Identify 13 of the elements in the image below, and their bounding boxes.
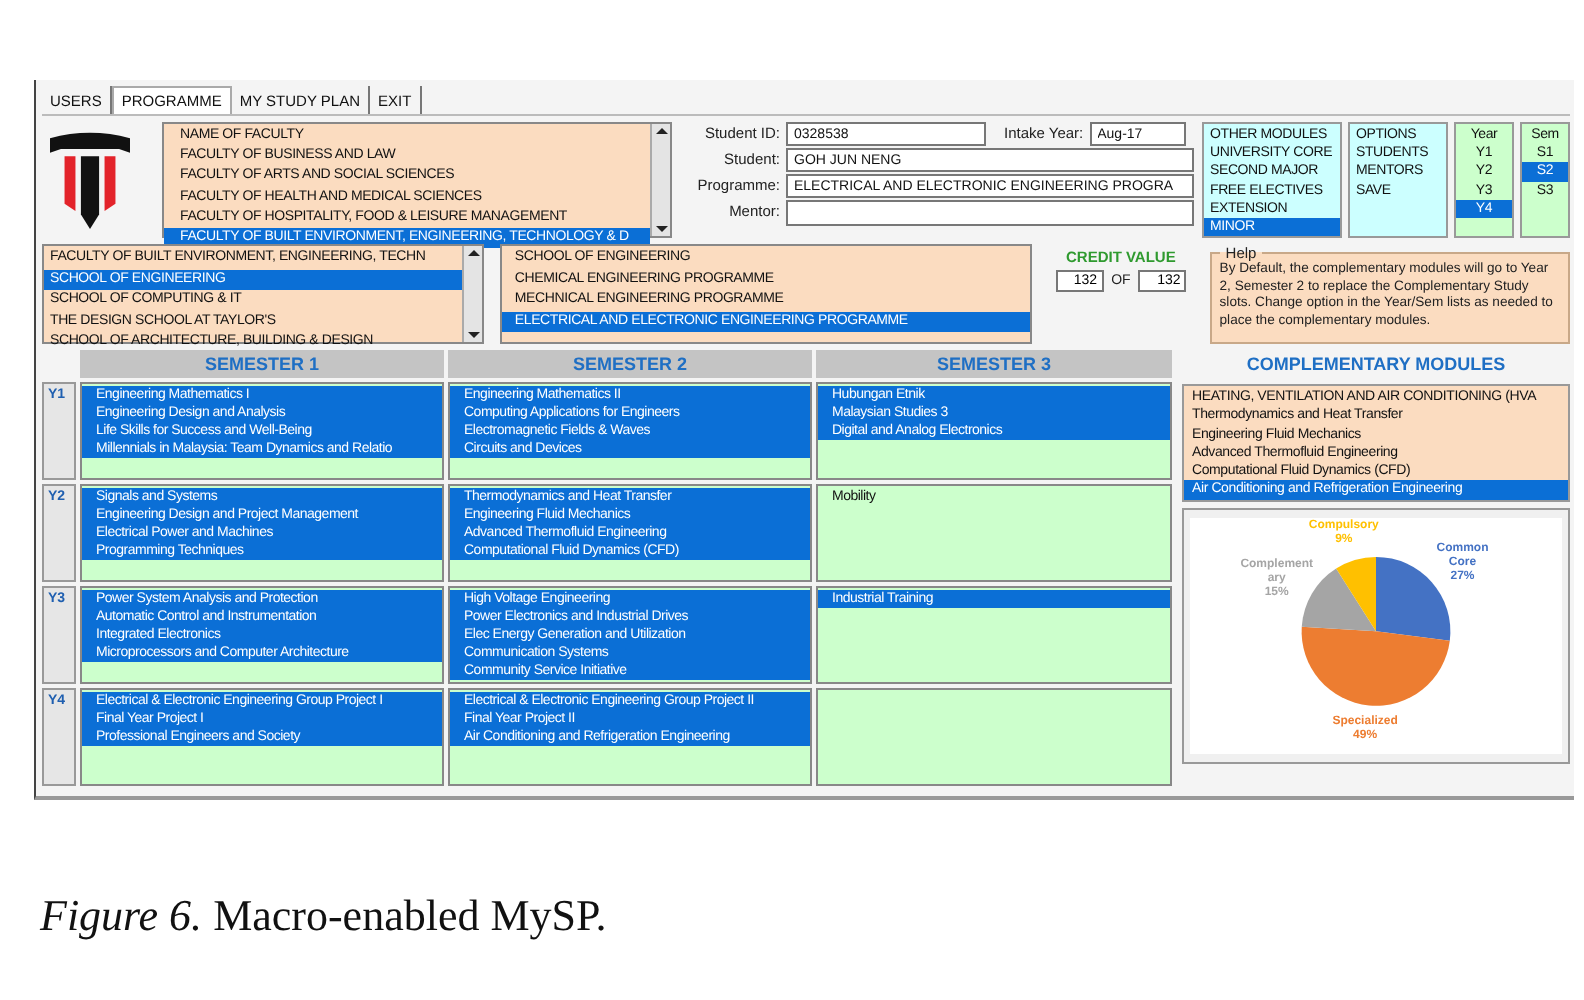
down-arrow-icon[interactable]: [655, 226, 667, 232]
figure-caption: Figure 6. Macro-enabled MySP.: [40, 890, 607, 942]
scrollbar[interactable]: [462, 246, 483, 342]
semester-header: SEMESTER 2: [448, 350, 812, 378]
mentor-field[interactable]: [786, 200, 1194, 226]
scrollbar[interactable]: [650, 124, 670, 236]
up-arrow-icon[interactable]: [655, 128, 667, 134]
semester-header: SEMESTER 3: [816, 350, 1172, 378]
complementary-title: COMPLEMENTARY MODULES: [1244, 352, 1508, 378]
logo: [50, 130, 130, 230]
up-arrow-icon[interactable]: [467, 250, 480, 256]
semester-header: SEMESTER 1: [80, 350, 444, 378]
down-arrow-icon[interactable]: [467, 332, 480, 338]
